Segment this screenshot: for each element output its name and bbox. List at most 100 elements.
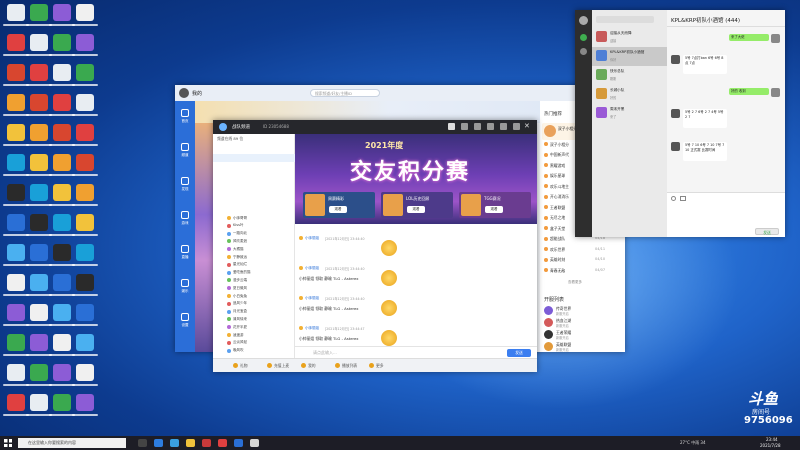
toolbar-icon[interactable] bbox=[233, 363, 238, 368]
desktop-app-icon[interactable] bbox=[53, 64, 71, 81]
desktop-app-icon[interactable] bbox=[30, 334, 48, 351]
desktop-app-icon[interactable] bbox=[30, 4, 48, 21]
desktop-app-icon[interactable] bbox=[53, 244, 71, 261]
folder-icon[interactable] bbox=[680, 196, 686, 201]
chat-icon[interactable] bbox=[580, 34, 587, 41]
desktop-app-icon[interactable] bbox=[76, 334, 94, 351]
desktop-app-icon[interactable] bbox=[7, 4, 25, 21]
member-name[interactable]: 追风少年 bbox=[233, 301, 291, 306]
taskbar-search[interactable]: 在这里输入你要搜索的内容 bbox=[18, 438, 126, 448]
desktop-app-icon[interactable] bbox=[53, 364, 71, 381]
desktop-app-icon[interactable] bbox=[53, 214, 71, 231]
desktop-app-icon[interactable] bbox=[30, 274, 48, 291]
sender-name[interactable]: 小帅丽姐 bbox=[305, 266, 319, 271]
desktop-app-icon[interactable] bbox=[76, 304, 94, 321]
nav-label[interactable]: 发现 bbox=[177, 187, 193, 192]
channel-window[interactable]: 战队频道 ID 23054688 ✕ 频道在线 89 位 小帅哥哥 Kiss叶 一路… bbox=[213, 120, 537, 372]
desktop-app-icon[interactable] bbox=[7, 94, 25, 111]
list-item-name[interactable]: 欢乐世界 bbox=[550, 247, 565, 253]
nav-icon[interactable] bbox=[181, 143, 189, 151]
panel-tab[interactable]: 热门推荐 bbox=[544, 111, 562, 117]
nav-icon[interactable] bbox=[181, 279, 189, 287]
list-item-name[interactable]: 娱乐星球 bbox=[550, 173, 565, 179]
list-item-name[interactable]: 无尽之地 bbox=[550, 215, 565, 221]
conversation-item[interactable]: 长城小队 好的 bbox=[592, 85, 667, 104]
list-item-name[interactable]: 盒子天堂 bbox=[550, 226, 565, 232]
desktop-app-icon[interactable] bbox=[76, 184, 94, 201]
nav-icon[interactable] bbox=[181, 245, 189, 253]
nav-label[interactable]: 游戏 bbox=[177, 221, 193, 226]
desktop-app-icon[interactable] bbox=[53, 274, 71, 291]
toolbar-label[interactable]: 播放列表 bbox=[342, 363, 357, 369]
toolbar-label[interactable]: 礼物 bbox=[240, 363, 248, 369]
tile-watch-button[interactable]: 观看 bbox=[407, 206, 425, 213]
list-item-name[interactable]: 开心消消乐 bbox=[550, 194, 569, 200]
banner-tile[interactable]: TGG赛况 观看 bbox=[459, 192, 531, 218]
desktop-app-icon[interactable] bbox=[30, 64, 48, 81]
search-input[interactable]: 搜索频道/好友/主播ID bbox=[310, 89, 380, 97]
desktop-app-icon[interactable] bbox=[76, 64, 94, 81]
desktop-app-icon[interactable] bbox=[53, 184, 71, 201]
toolbar-label[interactable]: 充值上麦 bbox=[274, 363, 289, 369]
desktop-app-icon[interactable] bbox=[30, 244, 48, 261]
list-item-name[interactable]: 超能战队 bbox=[550, 236, 565, 242]
sender-name[interactable]: 小帅丽姐 bbox=[305, 296, 319, 301]
send-button[interactable]: 发送 bbox=[755, 228, 779, 235]
desktop-app-icon[interactable] bbox=[30, 34, 48, 51]
desktop-app-icon[interactable] bbox=[7, 154, 25, 171]
desktop-app-icon[interactable] bbox=[7, 334, 25, 351]
desktop-app-icon[interactable] bbox=[53, 94, 71, 111]
conversation-item[interactable]: 周末开黑 来了 bbox=[592, 104, 667, 123]
chat-input-area[interactable]: 发送 bbox=[667, 192, 785, 237]
list-item-name[interactable]: 欢乐斗地主 bbox=[550, 184, 569, 190]
member-name[interactable]: 晚风吹 bbox=[233, 348, 291, 353]
event-banner[interactable]: 2021年度 交友积分赛 周赛精彩 观看 LOL历史回顾 观看 TGG赛况 观看 bbox=[295, 134, 537, 224]
member-name[interactable]: 逍遥游 bbox=[233, 333, 291, 338]
desktop-app-icon[interactable] bbox=[76, 364, 94, 381]
nav-icon[interactable] bbox=[181, 177, 189, 185]
desktop-app-icon[interactable] bbox=[76, 34, 94, 51]
desktop-app-icon[interactable] bbox=[53, 124, 71, 141]
list-item-name[interactable]: 黑曜游戏 bbox=[550, 163, 565, 169]
member-name[interactable]: 宁静致远 bbox=[233, 255, 291, 260]
home-icon[interactable] bbox=[448, 123, 455, 130]
toolbar-icon[interactable] bbox=[335, 363, 340, 368]
conversation-item[interactable]: KPL&KRP初队小酒馆 你好 bbox=[592, 47, 667, 66]
member-name[interactable]: 月光宝盒 bbox=[233, 309, 291, 314]
taskbar-app-icon[interactable] bbox=[170, 439, 179, 447]
banner-tile[interactable]: LOL历史回顾 观看 bbox=[381, 192, 453, 218]
taskbar-app-icon[interactable] bbox=[218, 439, 227, 447]
taskbar-app-icon[interactable] bbox=[250, 439, 259, 447]
desktop-app-icon[interactable] bbox=[76, 394, 94, 411]
desktop-app-icon[interactable] bbox=[76, 154, 94, 171]
list-item-name[interactable]: 王者联盟 bbox=[550, 205, 565, 211]
desktop-app-icon[interactable] bbox=[7, 244, 25, 261]
close-icon[interactable]: ✕ bbox=[524, 122, 531, 130]
grid-icon[interactable] bbox=[461, 123, 468, 130]
member-name[interactable]: 一路向北 bbox=[233, 231, 291, 236]
toolbar-icon[interactable] bbox=[267, 363, 272, 368]
desktop-app-icon[interactable] bbox=[76, 214, 94, 231]
list-item-name[interactable]: 青春无敌 bbox=[550, 268, 565, 274]
desktop-app-icon[interactable] bbox=[7, 364, 25, 381]
member-name[interactable]: 云淡风轻 bbox=[233, 340, 291, 345]
desktop-app-icon[interactable] bbox=[76, 244, 94, 261]
avatar[interactable] bbox=[179, 88, 189, 98]
desktop-app-icon[interactable] bbox=[53, 4, 71, 21]
nav-label[interactable]: 首页 bbox=[177, 119, 193, 124]
member-name[interactable]: 爱吃鱼的猫 bbox=[233, 270, 291, 275]
member-name[interactable]: 清风徐来 bbox=[233, 317, 291, 322]
desktop-app-icon[interactable] bbox=[30, 94, 48, 111]
desktop-app-icon[interactable] bbox=[30, 364, 48, 381]
sender-name[interactable]: 小帅丽姐 bbox=[305, 236, 319, 241]
desktop-app-icon[interactable] bbox=[30, 214, 48, 231]
settings-icon[interactable] bbox=[474, 123, 481, 130]
desktop-app-icon[interactable] bbox=[7, 184, 25, 201]
member-name[interactable]: Kiss叶 bbox=[233, 223, 291, 228]
conversation-item[interactable]: 快乐总队 刚刚 bbox=[592, 66, 667, 85]
member-name[interactable]: 花开半夏 bbox=[233, 325, 291, 330]
nav-icon[interactable] bbox=[181, 211, 189, 219]
desktop-app-icon[interactable] bbox=[7, 304, 25, 321]
nav-label[interactable]: 直播 bbox=[177, 255, 193, 260]
list-item-name[interactable]: 中国新声代 bbox=[550, 152, 569, 158]
